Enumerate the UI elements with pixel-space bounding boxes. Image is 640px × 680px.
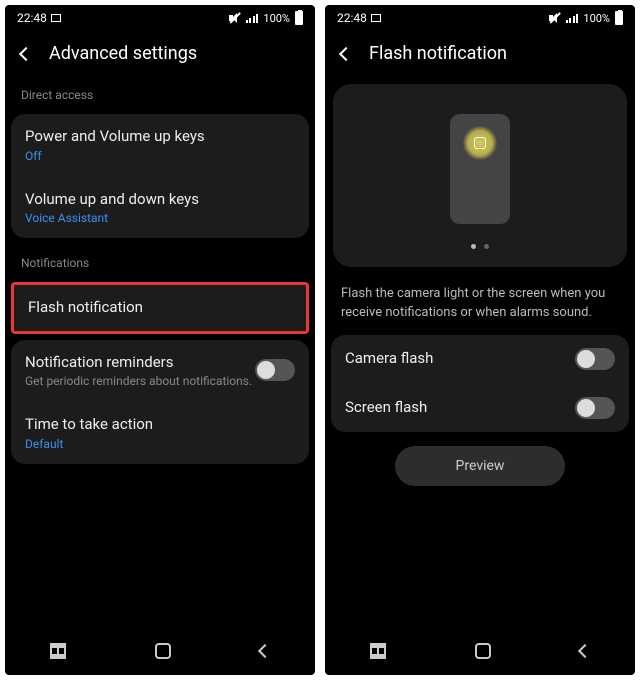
nav-back-icon[interactable] <box>258 644 272 658</box>
header: Flash notification <box>325 31 635 76</box>
flash-glow-icon <box>463 126 497 160</box>
row-title: Flash notification <box>28 298 292 318</box>
preview-card <box>333 84 627 267</box>
row-screen-flash[interactable]: Screen flash <box>331 383 629 432</box>
signal-icon <box>246 14 259 23</box>
nav-home-icon[interactable] <box>475 643 491 659</box>
nav-home-icon[interactable] <box>155 643 171 659</box>
nav-recents-icon[interactable] <box>370 648 386 654</box>
row-sub: Default <box>25 437 295 451</box>
mock-phone-illustration <box>450 114 510 224</box>
mute-icon <box>549 13 561 23</box>
row-power-volume-up[interactable]: Power and Volume up keys Off <box>11 114 309 176</box>
pager-dot-1[interactable] <box>471 244 476 249</box>
mute-icon <box>229 13 241 23</box>
status-time: 22:48 <box>337 11 367 25</box>
toggle-screen-flash[interactable] <box>575 397 615 419</box>
row-volume-up-down[interactable]: Volume up and down keys Voice Assistant <box>11 176 309 239</box>
row-title: Volume up and down keys <box>25 190 295 210</box>
screenshot-icon <box>51 14 61 22</box>
row-title: Notification reminders <box>25 353 255 373</box>
battery-pct: 100% <box>583 12 610 25</box>
row-camera-flash[interactable]: Camera flash <box>331 335 629 383</box>
nav-back-icon[interactable] <box>578 644 592 658</box>
nav-bar <box>5 629 315 675</box>
row-title: Screen flash <box>345 398 427 418</box>
phone-flash-notification: 22:48 100% Flash notification Flash the <box>325 5 635 675</box>
status-bar: 22:48 100% <box>5 5 315 31</box>
row-flash-notification[interactable]: Flash notification <box>11 282 309 334</box>
page-title: Flash notification <box>369 43 507 64</box>
card-flash-options: Camera flash Screen flash <box>331 335 629 432</box>
row-title: Camera flash <box>345 349 433 369</box>
battery-icon <box>295 11 303 25</box>
back-icon[interactable] <box>19 46 33 60</box>
section-direct-access: Direct access <box>5 76 315 108</box>
toggle-camera-flash[interactable] <box>575 348 615 370</box>
nav-recents-icon[interactable] <box>50 648 66 654</box>
battery-pct: 100% <box>263 12 290 25</box>
row-title: Time to take action <box>25 415 295 435</box>
battery-icon <box>615 11 623 25</box>
toggle-notification-reminders[interactable] <box>255 359 295 381</box>
row-notification-reminders[interactable]: Notification reminders Get periodic remi… <box>11 340 309 402</box>
card-notifications-rest: Notification reminders Get periodic remi… <box>11 340 309 464</box>
row-title: Power and Volume up keys <box>25 127 295 147</box>
pager-dot-2[interactable] <box>484 244 489 249</box>
section-notifications: Notifications <box>5 244 315 276</box>
screenshot-icon <box>371 14 381 22</box>
pager-dots[interactable] <box>471 244 489 249</box>
header: Advanced settings <box>5 31 315 76</box>
page-title: Advanced settings <box>49 43 197 64</box>
card-direct-access: Power and Volume up keys Off Volume up a… <box>11 114 309 238</box>
status-bar: 22:48 100% <box>325 5 635 31</box>
row-time-to-take-action[interactable]: Time to take action Default <box>11 401 309 464</box>
row-sub: Off <box>25 149 295 163</box>
preview-button[interactable]: Preview <box>395 446 565 486</box>
row-sub: Voice Assistant <box>25 211 295 225</box>
row-sub: Get periodic reminders about notificatio… <box>25 374 255 388</box>
signal-icon <box>566 14 579 23</box>
description-text: Flash the camera light or the screen whe… <box>325 275 635 329</box>
phone-advanced-settings: 22:48 100% Advanced settings Direct acce… <box>5 5 315 675</box>
status-time: 22:48 <box>17 11 47 25</box>
back-icon[interactable] <box>339 46 353 60</box>
nav-bar <box>325 629 635 675</box>
